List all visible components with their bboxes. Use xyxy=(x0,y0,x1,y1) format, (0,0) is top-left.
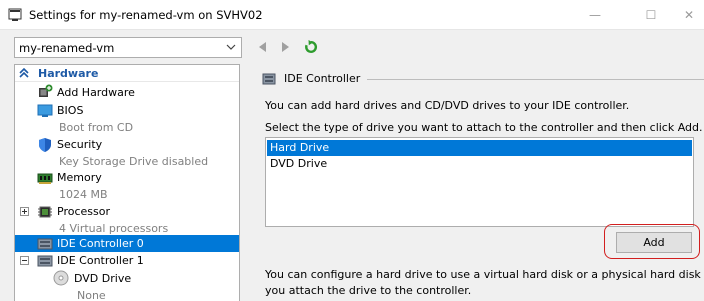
tree-item-ide-controller-0[interactable]: IDE Controller 0 xyxy=(15,235,239,252)
list-item-hard-drive[interactable]: Hard Drive xyxy=(267,140,692,156)
add-button[interactable]: Add xyxy=(616,232,692,253)
section-divider xyxy=(367,79,704,80)
tree-item-detail: None xyxy=(77,289,106,301)
tree-item-detail: 4 Virtual processors xyxy=(59,222,169,235)
title-bar: Settings for my-renamed-vm on SVHV02 — ☐… xyxy=(0,0,704,30)
tree-item-add-hardware[interactable]: Add Hardware xyxy=(15,84,239,100)
collapse-icon[interactable] xyxy=(19,68,29,78)
tree-item-ide-controller-1[interactable]: IDE Controller 1 xyxy=(15,252,239,268)
tree-item-label: Processor xyxy=(57,205,110,218)
section-heading: IDE Controller xyxy=(284,72,361,85)
close-button[interactable]: ✕ xyxy=(674,0,704,30)
tree-item-memory[interactable]: Memory 1024 MB xyxy=(15,169,239,201)
tree-item-detail: Boot from CD xyxy=(59,121,134,134)
window-title: Settings for my-renamed-vm on SVHV02 xyxy=(29,8,263,22)
footer-text-line2: you attach the drive to the controller. xyxy=(265,284,472,297)
chevron-down-icon xyxy=(226,44,236,50)
footer-text-line1: You can configure a hard drive to use a … xyxy=(265,268,704,281)
list-item-dvd-drive[interactable]: DVD Drive xyxy=(267,156,692,172)
tree-item-detail: Key Storage Drive disabled xyxy=(59,155,209,168)
tree-item-label: IDE Controller 1 xyxy=(57,254,144,267)
tree-item-label: Memory xyxy=(57,171,102,184)
ide-controller-icon xyxy=(37,255,53,267)
drive-type-list[interactable]: Hard Drive DVD Drive xyxy=(265,137,694,227)
vm-selector-dropdown[interactable]: my-renamed-vm xyxy=(14,37,242,58)
tree-item-label: Add Hardware xyxy=(57,86,135,99)
add-hardware-icon xyxy=(39,84,53,97)
hardware-section-header[interactable]: Hardware xyxy=(15,65,239,82)
tree-item-dvd-drive[interactable]: DVD Drive None xyxy=(15,270,239,301)
settings-window-icon xyxy=(8,8,22,21)
hardware-heading: Hardware xyxy=(38,67,99,80)
instruction-text: Select the type of drive you want to att… xyxy=(265,121,703,134)
processor-icon xyxy=(38,206,52,218)
tree-item-security[interactable]: Security Key Storage Drive disabled xyxy=(15,136,239,168)
expand-icon[interactable] xyxy=(20,256,29,265)
maximize-button[interactable]: ☐ xyxy=(628,0,674,30)
hardware-tree: Hardware Add Hardware BIOS Boot from CD … xyxy=(14,64,240,301)
dvd-drive-icon xyxy=(53,270,69,286)
minimize-button[interactable]: — xyxy=(572,0,618,30)
ide-controller-icon xyxy=(37,238,53,250)
refresh-icon[interactable] xyxy=(304,40,318,54)
tree-item-processor[interactable]: Processor 4 Virtual processors xyxy=(15,203,239,235)
bios-icon xyxy=(37,104,53,117)
tree-item-label: DVD Drive xyxy=(74,272,132,285)
tree-item-label: BIOS xyxy=(57,104,84,117)
back-arrow-icon[interactable] xyxy=(256,40,270,54)
shield-icon xyxy=(39,138,51,152)
tree-item-detail: 1024 MB xyxy=(59,188,108,201)
forward-arrow-icon[interactable] xyxy=(278,40,292,54)
ide-controller-icon xyxy=(262,73,276,85)
description-text: You can add hard drives and CD/DVD drive… xyxy=(265,99,630,112)
tree-item-bios[interactable]: BIOS Boot from CD xyxy=(15,102,239,134)
vm-selector-value: my-renamed-vm xyxy=(19,41,115,55)
tree-item-label: Security xyxy=(57,138,103,151)
expand-icon[interactable] xyxy=(20,207,29,216)
memory-icon xyxy=(37,173,53,184)
tree-item-label: IDE Controller 0 xyxy=(57,237,144,250)
